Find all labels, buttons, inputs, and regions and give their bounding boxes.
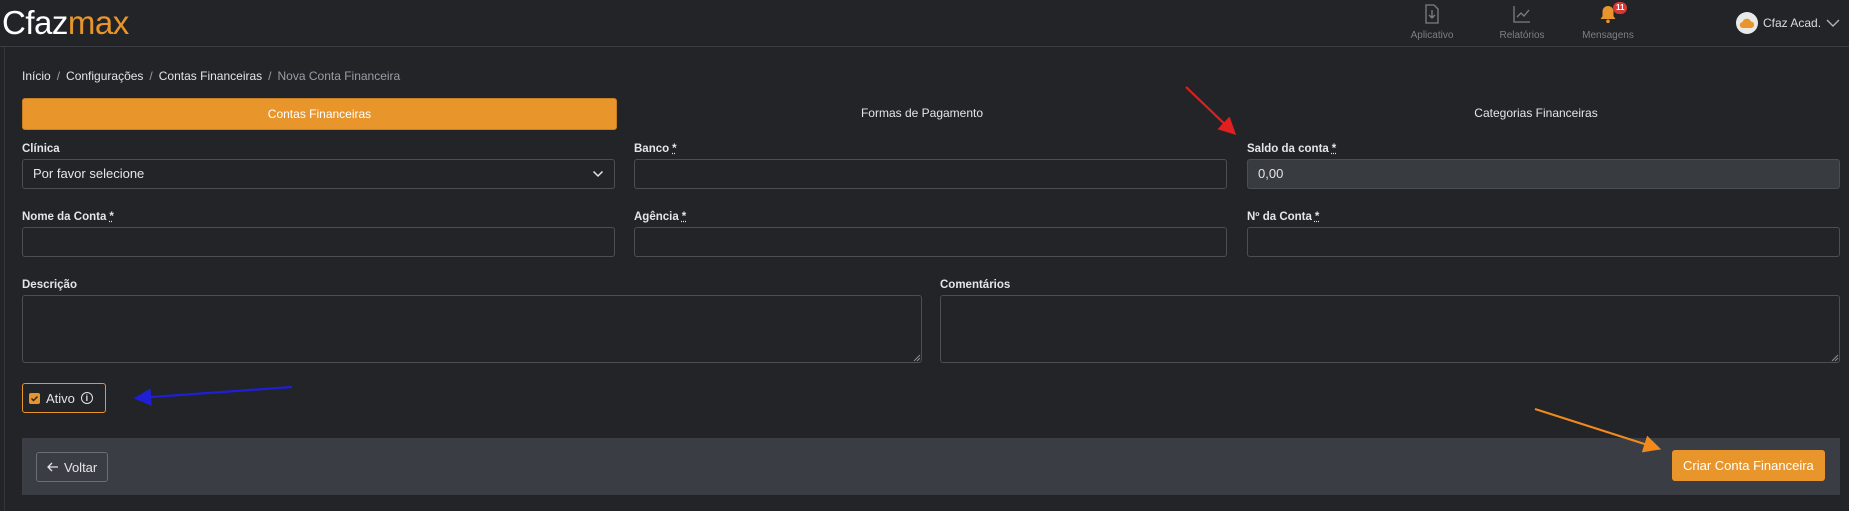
- create-account-button[interactable]: Criar Conta Financeira: [1672, 450, 1825, 481]
- nav-label-relatorios: Relatórios: [1499, 30, 1545, 41]
- numero-conta-label: Nº da Conta *: [1247, 211, 1320, 223]
- descricao-wrapper: [22, 295, 922, 363]
- nav-aplicativo[interactable]: Aplicativo: [1392, 4, 1472, 41]
- breadcrumb-inicio[interactable]: Início: [22, 69, 51, 83]
- comentarios-label: Comentários: [940, 279, 1011, 291]
- clinica-label: Clínica: [22, 143, 60, 155]
- saldo-value: 0,00: [1258, 166, 1284, 181]
- logo-text-part1: Cfaz: [2, 4, 68, 41]
- info-icon[interactable]: i: [80, 392, 93, 404]
- comentarios-wrapper: [940, 295, 1840, 363]
- saldo-input[interactable]: 0,00: [1247, 159, 1840, 189]
- tab-formas-de-pagamento[interactable]: Formas de Pagamento: [633, 98, 1211, 128]
- back-button-label: Voltar: [64, 459, 98, 475]
- chevron-down-icon: [1826, 19, 1840, 27]
- back-button[interactable]: Voltar: [36, 452, 109, 482]
- descricao-textarea[interactable]: [22, 295, 922, 363]
- numero-conta-input[interactable]: [1247, 227, 1840, 257]
- nav-relatorios[interactable]: Relatórios: [1482, 4, 1562, 41]
- breadcrumb-current: Nova Conta Financeira: [277, 69, 401, 83]
- clinica-select[interactable]: Por favor selecione: [22, 159, 615, 189]
- notification-badge: 11: [1613, 2, 1628, 14]
- banco-input[interactable]: [634, 159, 1227, 189]
- clinica-select-value: Por favor selecione: [33, 166, 145, 181]
- ativo-checkbox[interactable]: Ativo i: [22, 383, 106, 413]
- logo-text-part2: max: [67, 4, 129, 41]
- checkbox-checked-icon: [29, 392, 40, 404]
- tab-categorias-financeiras[interactable]: Categorias Financeiras: [1247, 98, 1825, 128]
- app-logo[interactable]: Cfazmax: [2, 3, 129, 43]
- user-name: Cfaz Acad.: [1763, 16, 1822, 30]
- nav-label-mensagens: Mensagens: [1582, 30, 1634, 41]
- arrow-left-icon: [47, 462, 58, 472]
- cloud-icon: [1739, 18, 1755, 29]
- ativo-label: Ativo: [46, 390, 75, 406]
- agencia-label: Agência *: [634, 211, 687, 223]
- nav-mensagens[interactable]: 11 Mensagens: [1568, 2, 1648, 41]
- descricao-label: Descrição: [22, 279, 77, 291]
- breadcrumb-configuracoes[interactable]: Configurações: [66, 69, 143, 83]
- breadcrumb: Início / Configurações / Contas Financeiras /…: [22, 69, 401, 83]
- nome-conta-input[interactable]: [22, 227, 615, 257]
- blue-arrow: [133, 385, 293, 406]
- chevron-down-icon: [592, 170, 604, 178]
- top-navbar: Cfazmax Aplicativo Relatórios 11 Mensage…: [0, 0, 1849, 47]
- download-icon: [1425, 4, 1439, 24]
- resize-handle-icon[interactable]: [913, 354, 921, 362]
- tab-contas-financeiras[interactable]: Contas Financeiras: [22, 98, 617, 130]
- avatar: [1736, 12, 1758, 34]
- agencia-input[interactable]: [634, 227, 1227, 257]
- saldo-label: Saldo da conta *: [1247, 143, 1337, 155]
- nome-conta-label: Nome da Conta *: [22, 211, 114, 223]
- nav-label-aplicativo: Aplicativo: [1410, 30, 1454, 41]
- comentarios-textarea[interactable]: [940, 295, 1840, 363]
- sidebar-divider: [4, 47, 5, 511]
- resize-handle-icon[interactable]: [1831, 354, 1839, 362]
- form-footer: Voltar Criar Conta Financeira: [22, 438, 1840, 495]
- banco-label: Banco *: [634, 143, 677, 155]
- user-menu[interactable]: Cfaz Acad.: [1736, 12, 1840, 34]
- chart-icon: [1513, 6, 1530, 23]
- breadcrumb-contas-financeiras[interactable]: Contas Financeiras: [159, 69, 262, 83]
